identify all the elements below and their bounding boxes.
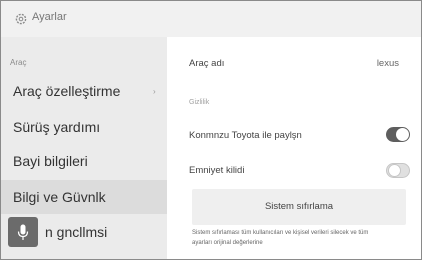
sidebar-item-vehicle-customization[interactable]: Araç özelleştirme › xyxy=(1,74,167,108)
sidebar-item-label: Bayi bilgileri xyxy=(13,153,88,169)
sidebar-section-label: Araç xyxy=(10,58,27,67)
toggle-knob xyxy=(388,164,401,177)
title-bar: Ayarlar xyxy=(1,1,421,37)
sidebar-item-driving-assist[interactable]: Sürüş yardımı xyxy=(1,110,167,144)
share-location-toggle[interactable] xyxy=(386,127,410,142)
sidebar-item-label: Sürüş yardımı xyxy=(13,119,101,135)
microphone-icon xyxy=(17,224,29,240)
system-reset-label: Sistem sıfırlama xyxy=(264,201,334,212)
sidebar: Araç Araç özelleştirme › Sürüş yardımı B… xyxy=(1,37,167,259)
chevron-right-icon: › xyxy=(153,87,156,96)
sidebar-item-info-security[interactable]: Bilgi ve Güvnlk xyxy=(1,180,167,214)
voice-button[interactable] xyxy=(8,217,38,247)
share-location-label: Konmnzu Toyota ile paylşn xyxy=(189,130,302,141)
system-reset-button[interactable]: Sistem sıfırlama xyxy=(192,189,406,225)
sidebar-item-label: Araç özelleştirme xyxy=(13,83,121,99)
safety-lock-label: Emniyet kilidi xyxy=(189,165,245,176)
toggle-knob xyxy=(396,128,409,141)
settings-screen: Ayarlar Araç Araç özelleştirme › Sürüş y… xyxy=(0,0,422,260)
privacy-section-header: Gizlilik xyxy=(189,99,210,106)
sidebar-item-label: Bilgi ve Güvnlk xyxy=(13,189,106,205)
sidebar-item-dealer-info[interactable]: Bayi bilgileri xyxy=(1,144,167,178)
gear-icon xyxy=(15,13,27,25)
safety-lock-toggle[interactable] xyxy=(386,163,410,178)
settings-panel: Araç adı lexus Gizlilik Konmnzu Toyota i… xyxy=(167,37,421,259)
window-title: Ayarlar xyxy=(32,11,67,23)
vehicle-name-value[interactable]: lexus xyxy=(167,58,399,69)
sidebar-item-label: n gncllmsi xyxy=(45,224,108,240)
system-reset-description: Sistem sıfırlaması tüm kullanıcıları ve … xyxy=(192,230,369,246)
